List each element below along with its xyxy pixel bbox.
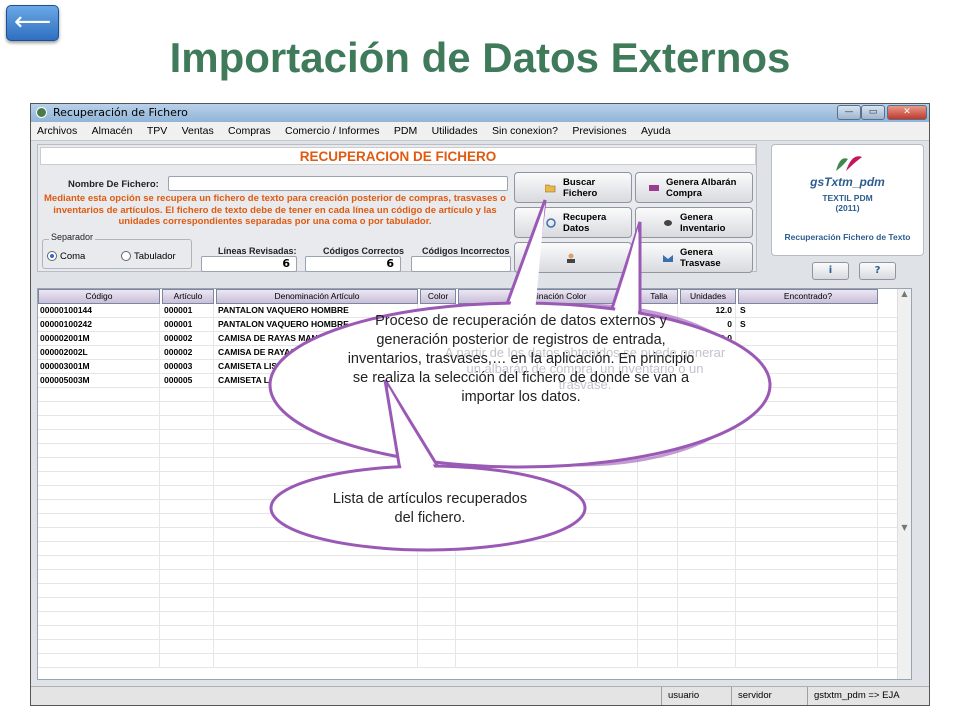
list-callout-text: Lista de artículos recuperados del fiche… xyxy=(332,491,528,526)
main-callout-text: Proceso de recuperación de datos externo… xyxy=(347,313,695,405)
